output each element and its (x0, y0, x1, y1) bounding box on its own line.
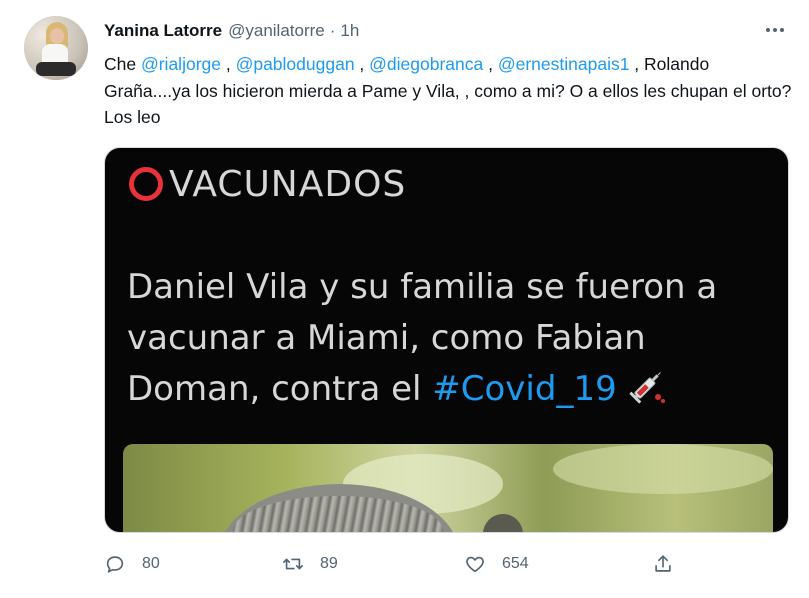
syringe-icon (629, 372, 665, 404)
retweet-button[interactable]: 89 (282, 550, 338, 578)
share-icon (655, 555, 671, 572)
text-separator: , (483, 54, 498, 74)
like-icon (466, 556, 484, 573)
hashtag-link: #Covid_19 (432, 369, 617, 409)
tweet-image[interactable]: VACUNADOS Daniel Vila y su familia se fu… (104, 147, 789, 533)
avatar[interactable] (24, 16, 88, 80)
mention-link[interactable]: @rialjorge (141, 54, 221, 74)
vacunados-banner: VACUNADOS (129, 163, 407, 205)
mention-link[interactable]: @pabloduggan (236, 54, 355, 74)
vacunados-title: VACUNADOS (169, 163, 407, 205)
separator-dot: · (329, 21, 336, 40)
reply-button[interactable]: 80 (104, 550, 160, 578)
tweet-header: Yanina Latorre @yanilatorre · 1h (104, 20, 359, 42)
tweet-actions: 80 89 654 (104, 550, 704, 578)
author-name[interactable]: Yanina Latorre (104, 21, 222, 41)
reply-icon (106, 556, 124, 573)
tweet-text: Che @rialjorge , @pabloduggan , @diegobr… (104, 51, 794, 131)
author-handle[interactable]: @yanilatorre (228, 21, 325, 41)
mention-link[interactable]: @ernestinapais1 (498, 54, 630, 74)
like-count: 654 (502, 555, 529, 572)
tweet[interactable]: Yanina Latorre @yanilatorre · 1h Che @ri… (0, 0, 809, 598)
retweet-icon (283, 558, 303, 570)
red-circle-icon (129, 167, 163, 201)
image-headline: Daniel Vila y su familia se fueron a vac… (127, 262, 777, 415)
like-button[interactable]: 654 (464, 550, 529, 578)
reply-count: 80 (142, 555, 160, 572)
person-photo (123, 444, 773, 532)
text-intro: Che (104, 54, 141, 74)
share-button[interactable] (652, 550, 674, 578)
tweet-timestamp[interactable]: 1h (340, 21, 359, 41)
text-separator: , (354, 54, 370, 74)
retweet-count: 89 (320, 555, 338, 572)
mention-link[interactable]: @diegobranca (369, 54, 483, 74)
text-separator: , (220, 54, 236, 74)
more-icon[interactable] (760, 20, 790, 40)
